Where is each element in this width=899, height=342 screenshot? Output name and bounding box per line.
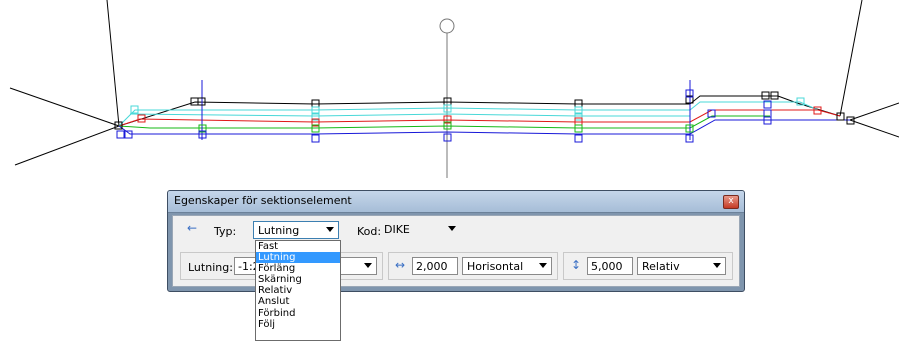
horizontal-arrows-icon: ↔ bbox=[395, 258, 406, 272]
slope-label: Lutning: bbox=[188, 261, 233, 274]
type-option-lutning[interactable]: Lutning bbox=[256, 252, 340, 264]
type-label: Typ: bbox=[214, 225, 237, 238]
dialog-title: Egenskaper för sektionselement bbox=[174, 194, 352, 207]
cross-section-drawing bbox=[9, 0, 899, 178]
vertical-distance-input[interactable]: 5,000 bbox=[587, 257, 633, 275]
vertical-arrows-icon: ↕ bbox=[571, 258, 582, 272]
vertical-mode-select[interactable]: Relativ bbox=[637, 257, 726, 275]
type-option-skarning[interactable]: Skärning bbox=[256, 274, 340, 285]
code-select-value: DIKE bbox=[384, 223, 410, 236]
horizontal-mode-select[interactable]: Horisontal bbox=[462, 257, 552, 275]
chevron-down-icon bbox=[448, 226, 456, 231]
type-option-forbind[interactable]: Förbind bbox=[256, 308, 340, 319]
chevron-down-icon bbox=[539, 263, 547, 268]
type-option-anslut[interactable]: Anslut bbox=[256, 296, 340, 307]
type-option-folj[interactable]: Följ bbox=[256, 319, 340, 330]
arrow-left-icon[interactable]: ← bbox=[187, 221, 197, 235]
type-option-fast[interactable]: Fast bbox=[256, 241, 340, 252]
chevron-down-icon bbox=[713, 263, 721, 268]
close-button[interactable]: x bbox=[723, 195, 739, 209]
type-select-value: Lutning bbox=[258, 224, 300, 237]
dialog-title-bar[interactable]: Egenskaper för sektionselement x bbox=[168, 191, 744, 213]
chevron-down-icon bbox=[326, 227, 334, 232]
slope-input[interactable]: -1:2 bbox=[234, 257, 260, 275]
type-option-relativ[interactable]: Relativ bbox=[256, 285, 340, 296]
code-select[interactable]: DIKE bbox=[382, 221, 458, 239]
type-select[interactable]: Lutning bbox=[253, 221, 339, 239]
type-dropdown-list[interactable]: Fast Lutning Förläng Skärning Relativ An… bbox=[255, 240, 341, 341]
type-option-forlang[interactable]: Förläng bbox=[256, 263, 340, 274]
horizontal-distance-input[interactable]: 2,000 bbox=[412, 257, 458, 275]
slope-mode-select[interactable] bbox=[340, 257, 377, 275]
chevron-down-icon bbox=[364, 263, 372, 268]
code-label: Kod: bbox=[357, 225, 382, 238]
